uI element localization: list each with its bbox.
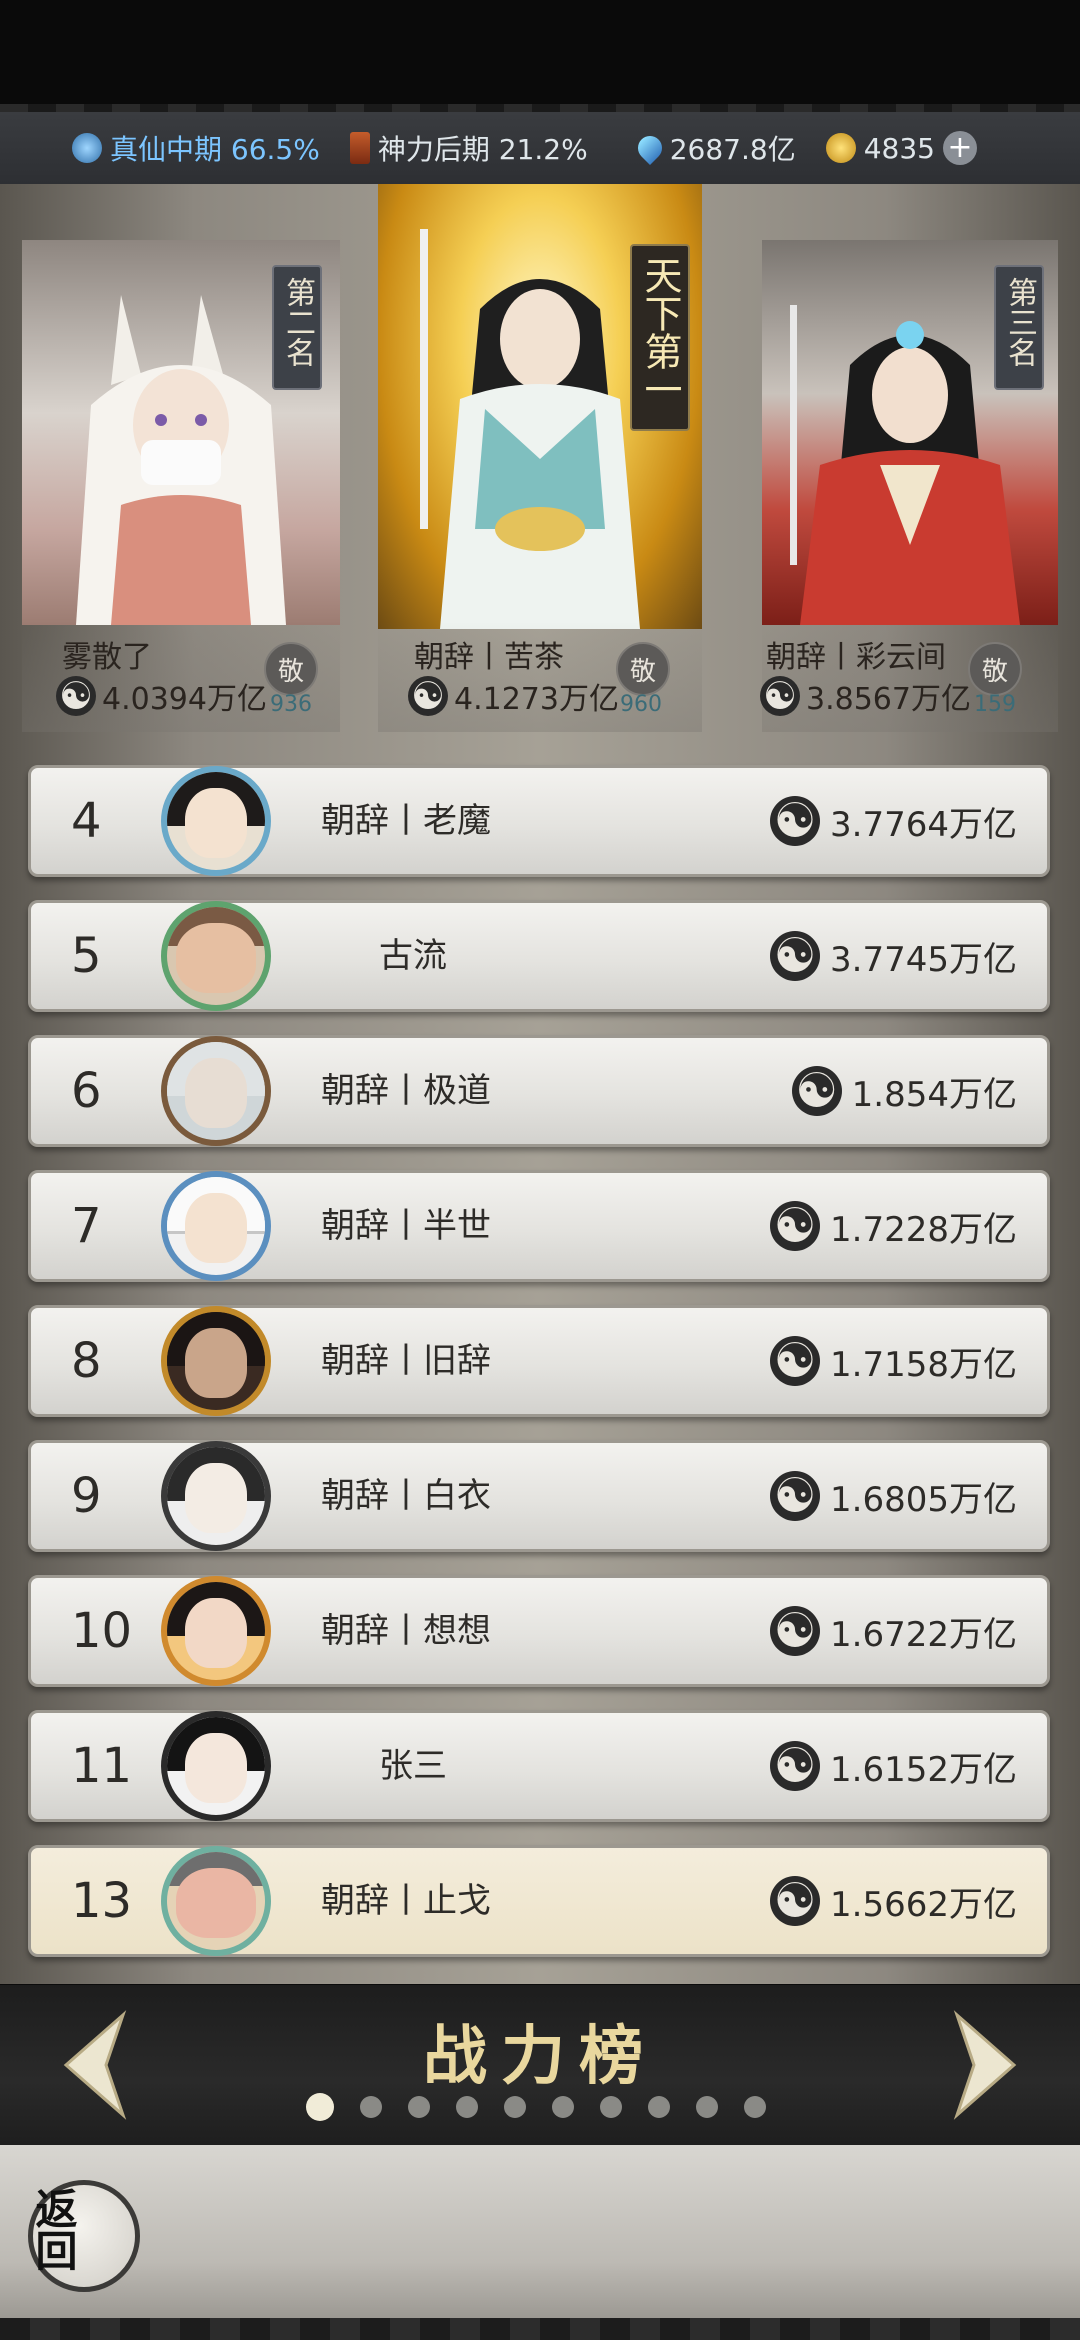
realm-icon <box>72 133 102 163</box>
first-place-worship-button[interactable]: 敬 <box>616 642 670 696</box>
yin-yang-icon <box>770 1741 821 1791</box>
my-rank-row[interactable]: 13 朝辞丨止戈 1.5662万亿 <box>28 1845 1050 1957</box>
page-dot[interactable] <box>306 2093 334 2121</box>
player-name: 张三 <box>379 1746 447 1786</box>
crystal-resource: 2687.8亿 <box>632 128 796 168</box>
player-power: 3.7764万亿 <box>770 768 1017 874</box>
player-avatar <box>161 766 271 876</box>
yin-yang-icon <box>770 931 821 981</box>
player-power: 1.7158万亿 <box>770 1308 1017 1414</box>
divine-power-icon <box>349 132 370 164</box>
first-place-name: 朝辞丨苦茶 <box>414 640 564 675</box>
page-dot[interactable] <box>600 2096 622 2118</box>
yin-yang-icon <box>408 676 448 716</box>
player-name: 朝辞丨老魔 <box>321 801 491 841</box>
rank-row[interactable]: 11 张三 1.6152万亿 <box>28 1710 1050 1822</box>
player-avatar <box>161 901 271 1011</box>
resource-bar: 真仙中期 66.5% 神力后期 21.2% 2687.8亿 4835 + <box>0 112 1080 184</box>
player-power: 3.7745万亿 <box>770 903 1017 1009</box>
bottom-frame <box>0 2318 1080 2340</box>
player-name: 朝辞丨想想 <box>321 1611 491 1651</box>
yin-yang-icon <box>56 676 96 716</box>
first-place-portrait[interactable]: 天下第一 <box>378 184 702 629</box>
yin-yang-icon <box>770 796 821 846</box>
yin-yang-icon <box>791 1066 842 1116</box>
player-name: 古流 <box>379 936 447 976</box>
back-button[interactable]: 返回 <box>28 2180 140 2292</box>
page-dot[interactable] <box>552 2096 574 2118</box>
realm-resource: 真仙中期 66.5% <box>72 128 320 168</box>
yin-yang-icon <box>770 1606 821 1656</box>
page-dot[interactable] <box>744 2096 766 2118</box>
player-name: 朝辞丨半世 <box>321 1206 491 1246</box>
rank-row[interactable]: 9 朝辞丨白衣 1.6805万亿 <box>28 1440 1050 1552</box>
player-avatar <box>161 1846 271 1956</box>
add-gold-button[interactable]: + <box>942 131 977 165</box>
gold-resource: 4835 + <box>825 131 977 165</box>
third-place-name: 朝辞丨彩云间 <box>766 640 946 675</box>
yin-yang-icon <box>770 1876 821 1926</box>
player-name: 朝辞丨白衣 <box>321 1476 491 1516</box>
page-indicator <box>306 2093 766 2121</box>
second-place-portrait[interactable]: 第二名 <box>22 240 340 625</box>
player-avatar <box>161 1036 271 1146</box>
rank-row[interactable]: 6 朝辞丨极道 1.854万亿 <box>28 1035 1050 1147</box>
bottom-area <box>0 2145 1080 2340</box>
second-place-name: 雾散了 <box>62 640 152 675</box>
player-power: 1.6722万亿 <box>770 1578 1017 1684</box>
rank-row[interactable]: 4 朝辞丨老魔 3.7764万亿 <box>28 765 1050 877</box>
player-power: 1.6805万亿 <box>770 1443 1017 1549</box>
yin-yang-icon <box>760 676 800 716</box>
page-dot[interactable] <box>360 2096 382 2118</box>
yin-yang-icon <box>770 1201 821 1251</box>
second-place-worship-button[interactable]: 敬 <box>264 642 318 696</box>
player-power: 1.7228万亿 <box>770 1173 1017 1279</box>
rank-row[interactable]: 5 古流 3.7745万亿 <box>28 900 1050 1012</box>
first-place-power: 4.1273万亿 <box>408 674 619 718</box>
rank-row[interactable]: 8 朝辞丨旧辞 1.7158万亿 <box>28 1305 1050 1417</box>
first-place-worship-count: 960 <box>620 692 662 717</box>
player-power: 1.854万亿 <box>791 1038 1017 1144</box>
page-dot[interactable] <box>648 2096 670 2118</box>
third-place-worship-count: 159 <box>974 692 1016 717</box>
third-place-power: 3.8567万亿 <box>760 674 971 718</box>
top-frame <box>0 0 1080 112</box>
second-place-power: 4.0394万亿 <box>56 674 267 718</box>
second-place-worship-count: 936 <box>270 692 312 717</box>
second-place-tag: 第二名 <box>272 265 322 390</box>
divine-resource: 神力后期 21.2% <box>349 128 588 168</box>
first-place-tag: 天下第一 <box>630 244 690 431</box>
page-dot[interactable] <box>504 2096 526 2118</box>
player-avatar <box>161 1171 271 1281</box>
page-dot[interactable] <box>408 2096 430 2118</box>
rank-row[interactable]: 7 朝辞丨半世 1.7228万亿 <box>28 1170 1050 1282</box>
rank-row[interactable]: 10 朝辞丨想想 1.6722万亿 <box>28 1575 1050 1687</box>
third-place-portrait[interactable]: 第三名 <box>762 240 1058 625</box>
page-dot[interactable] <box>696 2096 718 2118</box>
player-avatar <box>161 1711 271 1821</box>
player-avatar <box>161 1306 271 1416</box>
next-board-arrow-icon[interactable] <box>952 2010 1022 2120</box>
page-dot[interactable] <box>456 2096 478 2118</box>
player-power: 1.5662万亿 <box>770 1848 1017 1954</box>
player-avatar <box>161 1576 271 1686</box>
player-name: 朝辞丨极道 <box>321 1071 491 1111</box>
third-place-tag: 第三名 <box>994 265 1044 390</box>
board-title: 战力榜 <box>423 2019 657 2094</box>
player-power: 1.6152万亿 <box>770 1713 1017 1819</box>
spirit-crystal-icon <box>632 131 667 165</box>
yin-yang-icon <box>770 1336 821 1386</box>
yin-yang-icon <box>770 1471 821 1521</box>
player-name: 朝辞丨旧辞 <box>321 1341 491 1381</box>
third-place-worship-button[interactable]: 敬 <box>968 642 1022 696</box>
player-name: 朝辞丨止戈 <box>321 1881 491 1921</box>
player-avatar <box>161 1441 271 1551</box>
gold-coin-icon <box>825 133 856 163</box>
